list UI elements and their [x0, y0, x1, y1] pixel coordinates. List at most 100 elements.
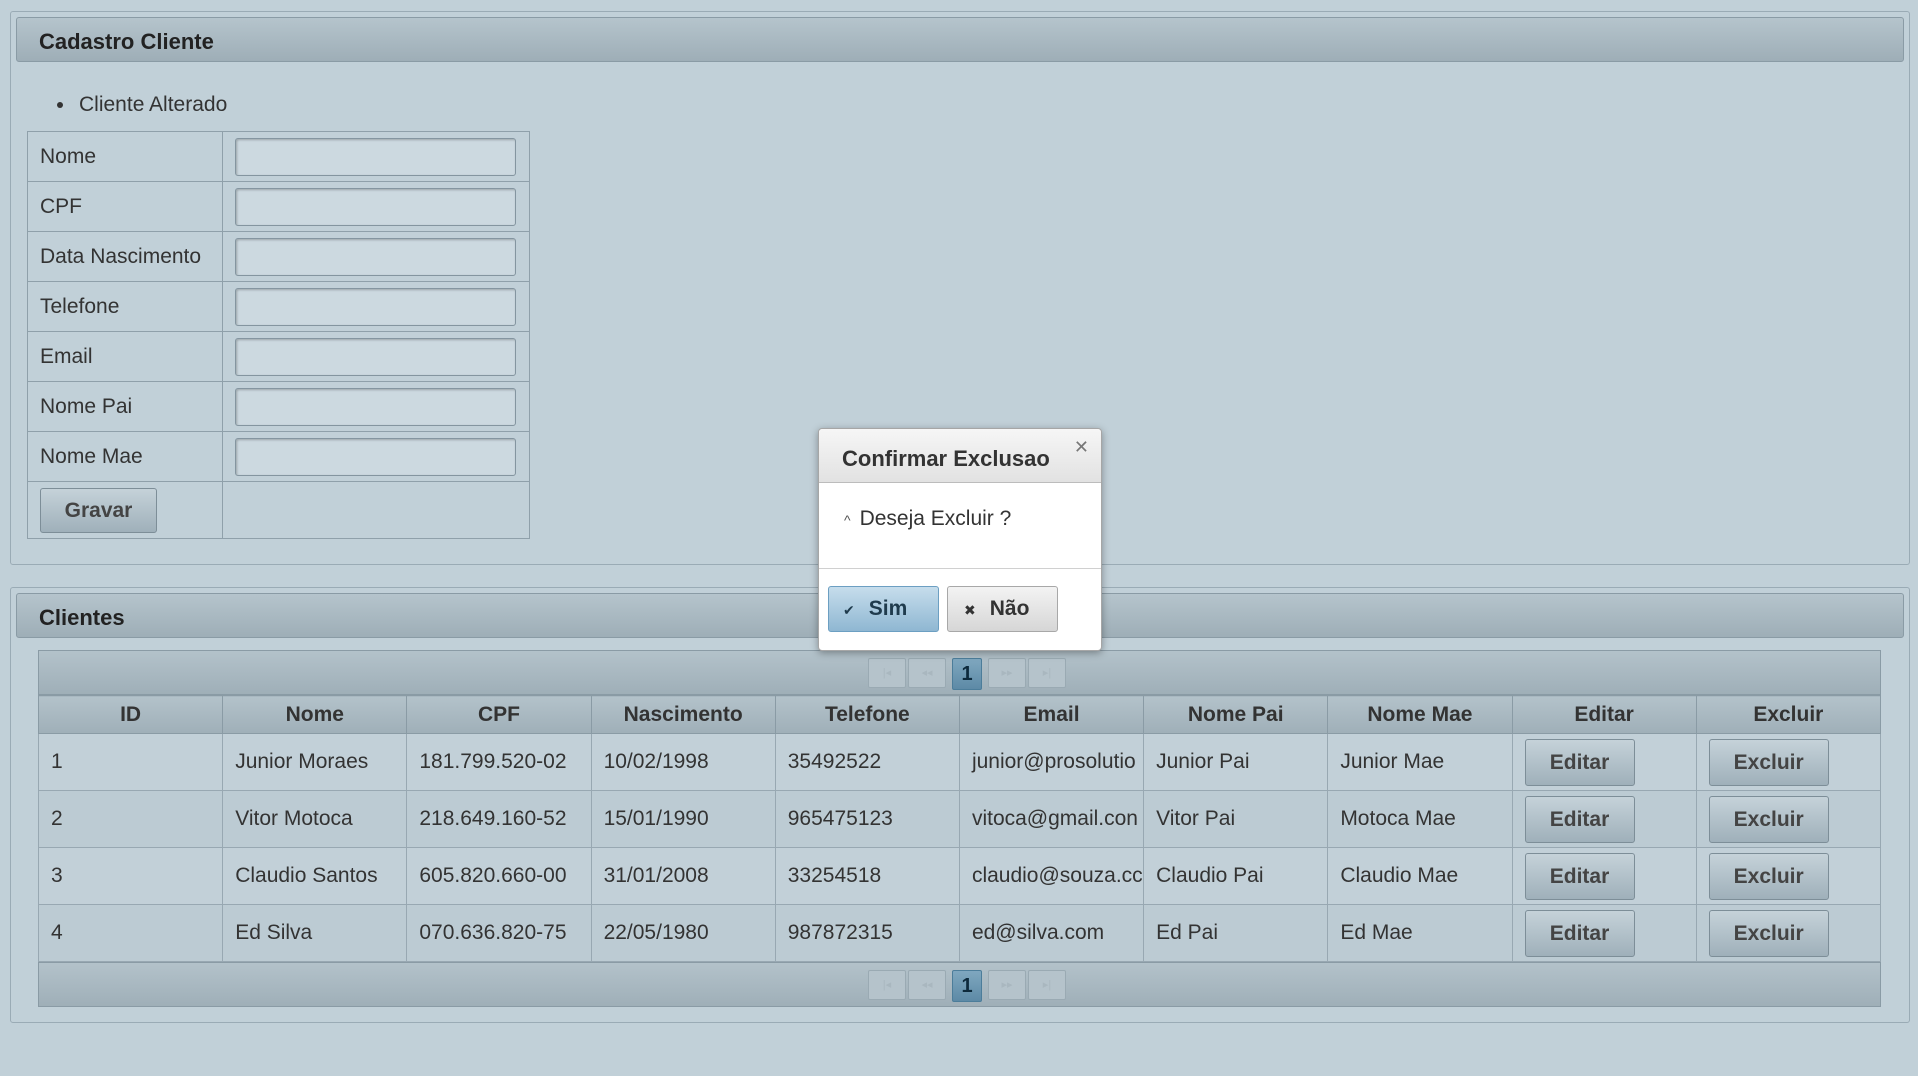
caret-up-icon: ^ [844, 512, 851, 528]
table-row[interactable]: 4 Ed Silva 070.636.820-75 22/05/1980 987… [37, 904, 1882, 962]
table-row[interactable]: 2 Vitor Motoca 218.649.160-52 15/01/1990… [37, 790, 1882, 848]
first-page-icon[interactable]: |◂ [868, 658, 906, 688]
column-header-editar[interactable]: Editar [1511, 695, 1697, 734]
cell-nome-mae: Motoca Mae [1327, 790, 1513, 848]
clientes-datatable: |◂ ◂◂ 1 ▸▸ ▸| ID Nome CPF Nascimento Tel… [37, 650, 1882, 1007]
column-header-nome-pai[interactable]: Nome Pai [1143, 695, 1329, 734]
cell-email: ed@silva.com [958, 904, 1145, 962]
cell-telefone: 987872315 [774, 904, 960, 962]
data-nascimento-label: Data Nascimento [27, 231, 223, 282]
cell-nome: Junior Moraes [222, 733, 408, 791]
cell-nome-pai: Vitor Pai [1143, 790, 1329, 848]
cell-nome-mae: Ed Mae [1327, 904, 1513, 962]
prev-page-icon[interactable]: ◂◂ [908, 970, 946, 1000]
nome-input[interactable] [235, 137, 516, 176]
table-row[interactable]: 1 Junior Moraes 181.799.520-02 10/02/199… [37, 733, 1882, 791]
telefone-input[interactable] [235, 287, 516, 326]
dialog-header: Confirmar Exclusao ✕ [819, 429, 1101, 483]
cell-id: 4 [37, 904, 224, 962]
cell-nascimento: 15/01/1990 [590, 790, 776, 848]
cell-email: claudio@souza.cc [958, 847, 1145, 905]
paginator-bottom: |◂ ◂◂ 1 ▸▸ ▸| [38, 962, 1881, 1007]
excluir-button[interactable]: Excluir [1708, 738, 1829, 786]
table-row[interactable]: 3 Claudio Santos 605.820.660-00 31/01/20… [37, 847, 1882, 905]
check-icon: ✔ [843, 602, 855, 618]
next-page-icon[interactable]: ▸▸ [988, 658, 1026, 688]
cell-nome: Vitor Motoca [222, 790, 408, 848]
sim-label: Sim [868, 597, 908, 620]
column-header-nome-mae[interactable]: Nome Mae [1327, 695, 1513, 734]
cell-id: 3 [37, 847, 224, 905]
last-page-icon[interactable]: ▸| [1028, 658, 1066, 688]
cadastro-form: Nome CPF Data Nascimento Telefone Email … [27, 131, 530, 539]
email-label: Email [27, 331, 223, 382]
excluir-button[interactable]: Excluir [1708, 852, 1829, 900]
paginator-top: |◂ ◂◂ 1 ▸▸ ▸| [38, 650, 1881, 695]
cpf-input[interactable] [235, 187, 516, 226]
cell-cpf: 181.799.520-02 [406, 733, 592, 791]
gravar-button[interactable]: Gravar [40, 487, 157, 533]
cell-nascimento: 22/05/1980 [590, 904, 776, 962]
excluir-button[interactable]: Excluir [1708, 909, 1829, 957]
cell-nome: Claudio Santos [222, 847, 408, 905]
cell-nome-pai: Junior Pai [1143, 733, 1329, 791]
cell-id: 2 [37, 790, 224, 848]
column-header-nome[interactable]: Nome [222, 695, 408, 734]
cell-nome-mae: Junior Mae [1327, 733, 1513, 791]
excluir-button[interactable]: Excluir [1708, 795, 1829, 843]
dialog-title: Confirmar Exclusao [842, 446, 1050, 471]
nome-mae-label: Nome Mae [27, 431, 223, 482]
cell-telefone: 35492522 [774, 733, 960, 791]
column-header-id[interactable]: ID [37, 695, 224, 734]
cell-email: junior@prosolutio [958, 733, 1145, 791]
prev-page-icon[interactable]: ◂◂ [908, 658, 946, 688]
page-number-button[interactable]: 1 [952, 970, 982, 1002]
column-header-telefone[interactable]: Telefone [774, 695, 960, 734]
column-header-nascimento[interactable]: Nascimento [590, 695, 776, 734]
confirm-dialog: Confirmar Exclusao ✕ ^ Deseja Excluir ? ✔… [818, 428, 1102, 651]
editar-button[interactable]: Editar [1524, 852, 1635, 900]
cell-cpf: 218.649.160-52 [406, 790, 592, 848]
cpf-label: CPF [27, 181, 223, 232]
column-header-cpf[interactable]: CPF [406, 695, 592, 734]
cell-telefone: 965475123 [774, 790, 960, 848]
cell-email: vitoca@gmail.con [958, 790, 1145, 848]
message-list: Cliente Alterado [57, 93, 227, 117]
telefone-label: Telefone [27, 281, 223, 332]
nome-pai-label: Nome Pai [27, 381, 223, 432]
editar-button[interactable]: Editar [1524, 795, 1635, 843]
cell-nome-pai: Claudio Pai [1143, 847, 1329, 905]
cell-id: 1 [37, 733, 224, 791]
email-input[interactable] [235, 337, 516, 376]
dialog-message: Deseja Excluir ? [859, 507, 1012, 530]
cadastro-panel-header: Cadastro Cliente [16, 17, 1904, 62]
dialog-body: ^ Deseja Excluir ? [819, 483, 1101, 569]
empty-cell [222, 481, 530, 539]
dialog-footer: ✔ Sim ✖ Não [819, 569, 1101, 632]
close-icon[interactable]: ✕ [1074, 437, 1089, 458]
clientes-panel: Clientes |◂ ◂◂ 1 ▸▸ ▸| ID Nome CPF Nasci… [10, 587, 1910, 1023]
last-page-icon[interactable]: ▸| [1028, 970, 1066, 1000]
column-header-email[interactable]: Email [958, 695, 1145, 734]
nome-label: Nome [27, 131, 223, 182]
nome-mae-input[interactable] [235, 437, 516, 476]
x-icon: ✖ [964, 602, 976, 618]
cell-nascimento: 10/02/1998 [590, 733, 776, 791]
clientes-table: ID Nome CPF Nascimento Telefone Email No… [37, 695, 1882, 962]
nao-button[interactable]: ✖ Não [947, 586, 1058, 632]
column-header-excluir[interactable]: Excluir [1695, 695, 1882, 734]
editar-button[interactable]: Editar [1524, 738, 1635, 786]
cell-nascimento: 31/01/2008 [590, 847, 776, 905]
next-page-icon[interactable]: ▸▸ [988, 970, 1026, 1000]
success-message: Cliente Alterado [79, 93, 228, 116]
bullet-icon [57, 102, 63, 109]
data-nascimento-input[interactable] [235, 237, 516, 276]
sim-button[interactable]: ✔ Sim [828, 586, 939, 632]
page-number-button[interactable]: 1 [952, 658, 982, 690]
first-page-icon[interactable]: |◂ [868, 970, 906, 1000]
editar-button[interactable]: Editar [1524, 909, 1635, 957]
cell-telefone: 33254518 [774, 847, 960, 905]
nome-pai-input[interactable] [235, 387, 516, 426]
cell-nome-pai: Ed Pai [1143, 904, 1329, 962]
cell-cpf: 605.820.660-00 [406, 847, 592, 905]
